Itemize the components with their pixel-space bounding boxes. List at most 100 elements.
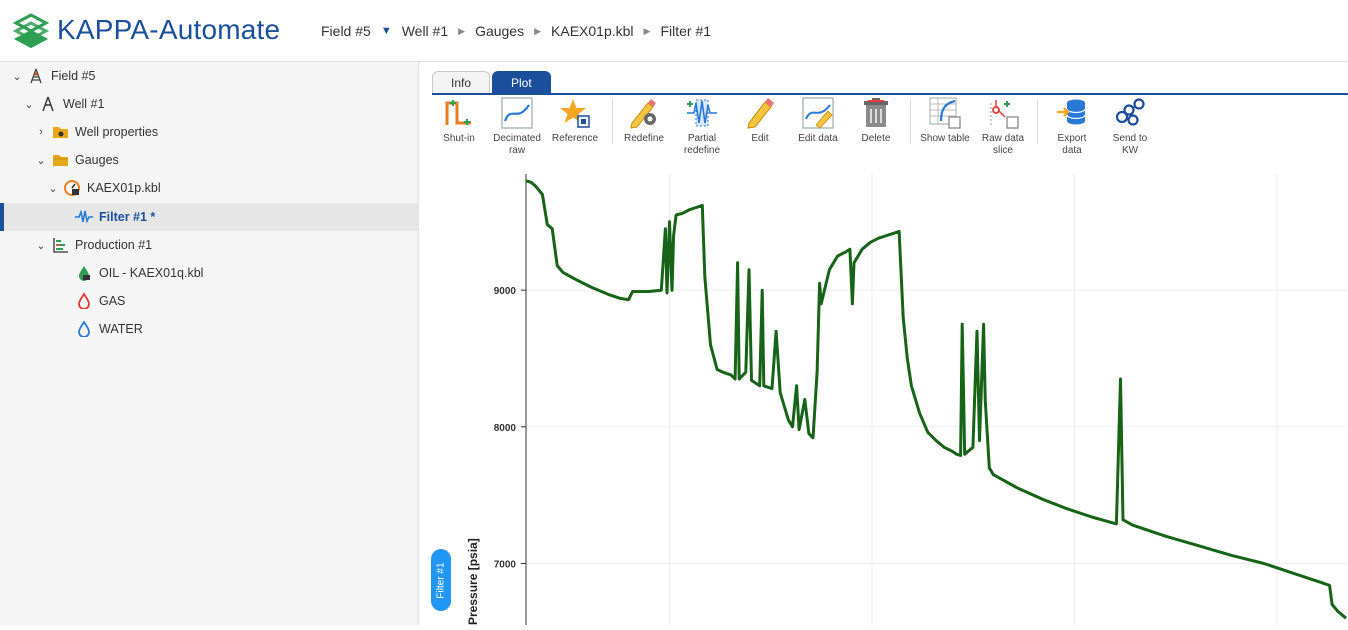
edit-data-button[interactable]: Edit data	[787, 96, 849, 145]
raw-data-slice-label-2: slice	[992, 145, 1013, 156]
edit-data-label: Edit data	[798, 133, 838, 144]
reference-button[interactable]: Reference	[544, 96, 606, 145]
star-icon	[558, 96, 592, 130]
y-axis-label: Pressure [psia]	[466, 538, 480, 625]
partial-redefine-label-1: Partial	[687, 133, 717, 144]
derrick-icon	[27, 67, 45, 85]
raw-slice-icon	[986, 96, 1020, 130]
edit-label: Edit	[751, 133, 769, 144]
tab-info[interactable]: Info	[432, 71, 491, 94]
send-to-kw-button[interactable]: Send to KW	[1099, 96, 1161, 157]
show-table-label: Show table	[920, 133, 970, 144]
project-tree: ⌄ Field #5 ⌄ Well #1 › Well properties ⌄…	[0, 62, 419, 625]
pressure-series-line[interactable]	[525, 179, 1347, 620]
tree-item-label: Production #1	[75, 238, 153, 252]
breadcrumb-separator-icon: ▶	[534, 25, 542, 36]
tab-bar: Info Plot	[432, 71, 553, 94]
toolbar-divider	[1037, 100, 1038, 144]
pressure-chart[interactable]: 9000 8000 7000 Pressure [psia]	[420, 170, 1348, 625]
water-drop-icon	[75, 320, 93, 338]
table-icon	[928, 96, 962, 130]
chevron-down-icon[interactable]: ⌄	[35, 239, 47, 252]
chevron-right-icon[interactable]: ›	[35, 126, 47, 138]
well-icon	[39, 95, 57, 113]
plot-toolbar: Shut-in Decimatedraw Reference Redefine	[420, 96, 1348, 166]
pencil-gear-icon	[627, 96, 661, 130]
toolbar-divider	[910, 100, 911, 144]
tree-item-filter[interactable]: Filter #1 *	[0, 203, 419, 231]
y-tick-label: 8000	[494, 423, 517, 434]
breadcrumb-gauges[interactable]: Gauges	[475, 23, 524, 39]
tree-item-well-properties[interactable]: › Well properties	[0, 118, 419, 146]
send-to-kw-label-2: KW	[1121, 145, 1139, 156]
decimated-raw-label-1: Decimated	[493, 133, 541, 144]
gauge-file-icon	[63, 179, 81, 197]
redefine-label: Redefine	[623, 133, 665, 144]
main-panel: Info Plot Shut-in Decimated raw Reference	[420, 62, 1348, 625]
folder-icon	[51, 151, 69, 169]
partial-redefine-button[interactable]: Partial redefine	[671, 96, 733, 157]
chevron-down-icon[interactable]: ⌄	[35, 154, 47, 167]
edit-data-icon	[801, 96, 835, 130]
export-data-label-2: data	[1062, 145, 1082, 156]
tree-item-label: WATER	[99, 322, 143, 336]
delete-label: Delete	[861, 133, 891, 144]
pressure-plot[interactable]: 9000 8000 7000 Pressure [psia] Filter #1	[420, 170, 1348, 625]
tree-item-water[interactable]: WATER	[0, 315, 419, 343]
app-header: KAPPA-Automate Field #5 ▼ Well #1 ▶ Gaug…	[0, 0, 1348, 62]
delete-button[interactable]: Delete	[845, 96, 907, 145]
tree-item-label: Well #1	[63, 97, 105, 111]
show-table-button[interactable]: Show table	[914, 96, 976, 145]
shut-in-icon	[442, 96, 476, 130]
breadcrumb-dropdown-icon[interactable]: ▼	[381, 25, 392, 37]
tree-item-field[interactable]: ⌄ Field #5	[0, 62, 419, 90]
y-tick-label: 7000	[494, 560, 517, 571]
tree-item-gas[interactable]: GAS	[0, 287, 419, 315]
edit-button[interactable]: Edit	[729, 96, 791, 145]
tree-item-label: Gauges	[75, 153, 119, 167]
breadcrumb-filter[interactable]: Filter #1	[660, 23, 711, 39]
breadcrumb: Field #5 ▼ Well #1 ▶ Gauges ▶ KAEX01p.kb…	[321, 23, 711, 39]
breadcrumb-separator-icon: ▶	[643, 25, 651, 36]
partial-redefine-label-2: redefine	[683, 145, 721, 156]
decimated-curve-icon	[500, 96, 534, 130]
kappa-logo-icon[interactable]	[10, 11, 52, 53]
send-to-kw-label-1: Send to	[1112, 133, 1148, 144]
breadcrumb-well[interactable]: Well #1	[402, 23, 448, 39]
app-title[interactable]: KAPPA-Automate	[57, 14, 280, 46]
database-export-icon	[1055, 96, 1089, 130]
breadcrumb-separator-icon: ▶	[458, 25, 466, 36]
filter-signal-icon	[75, 208, 93, 226]
raw-data-slice-label-1: Raw data	[981, 133, 1025, 144]
gas-drop-icon	[75, 292, 93, 310]
side-tab-filter[interactable]: Filter #1	[431, 549, 451, 611]
tree-item-production[interactable]: ⌄ Production #1	[0, 231, 419, 259]
export-data-button[interactable]: Export data	[1041, 96, 1103, 157]
network-icon	[1113, 96, 1147, 130]
tree-item-label: KAEX01p.kbl	[87, 181, 161, 195]
chevron-down-icon[interactable]: ⌄	[23, 98, 35, 111]
chevron-down-icon[interactable]: ⌄	[47, 182, 59, 195]
tree-item-label: Well properties	[75, 125, 159, 139]
chevron-down-icon[interactable]: ⌄	[11, 70, 23, 83]
tree-item-label: OIL - KAEX01q.kbl	[99, 266, 204, 280]
tree-item-label: GAS	[99, 294, 126, 308]
decimated-raw-button[interactable]: Decimated raw	[486, 96, 548, 157]
tree-item-well[interactable]: ⌄ Well #1	[0, 90, 419, 118]
tree-item-gauge-file[interactable]: ⌄ KAEX01p.kbl	[0, 174, 419, 202]
production-icon	[51, 236, 69, 254]
breadcrumb-gauge-file[interactable]: KAEX01p.kbl	[551, 23, 634, 39]
partial-signal-icon	[685, 96, 719, 130]
raw-data-slice-button[interactable]: Raw data slice	[972, 96, 1034, 157]
shut-in-button[interactable]: Shut-in	[428, 96, 490, 145]
y-tick-label: 9000	[494, 286, 517, 297]
export-data-label-1: Export	[1057, 133, 1087, 144]
breadcrumb-field[interactable]: Field #5	[321, 23, 371, 39]
tree-item-gauges[interactable]: ⌄ Gauges	[0, 146, 419, 174]
pencil-icon	[743, 96, 777, 130]
redefine-button[interactable]: Redefine	[613, 96, 675, 145]
folder-props-icon	[51, 123, 69, 141]
tab-plot[interactable]: Plot	[492, 71, 551, 94]
tree-item-oil[interactable]: OIL - KAEX01q.kbl	[0, 259, 419, 287]
oil-drop-icon	[75, 264, 93, 282]
